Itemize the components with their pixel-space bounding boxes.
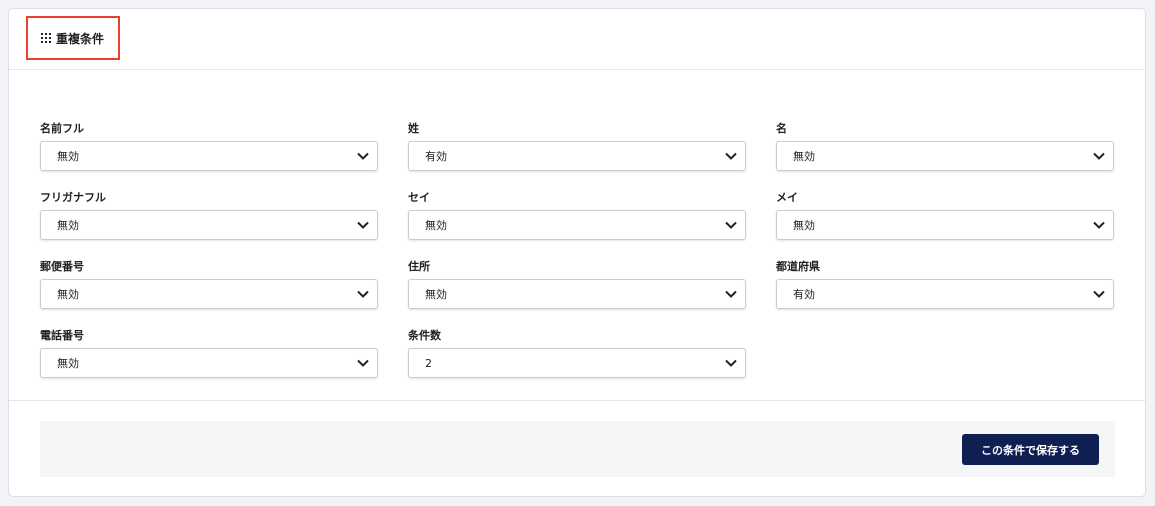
field-label: 電話番号 bbox=[40, 329, 84, 342]
field-mei: メイ 無効 bbox=[776, 190, 1114, 240]
mei-select[interactable]: 無効 bbox=[776, 210, 1114, 240]
field-label: メイ bbox=[776, 191, 798, 204]
field-label: フリガナフル bbox=[40, 191, 106, 204]
name-full-select[interactable]: 無効 bbox=[40, 141, 378, 171]
select-value: 有効 bbox=[793, 288, 815, 301]
chevron-down-icon bbox=[1093, 288, 1105, 300]
conditions-form: 名前フル 無効 姓 有効 名 無効 フリガナフル 無効 セイ 無効 メイ 無効 … bbox=[9, 70, 1145, 400]
chevron-down-icon bbox=[725, 219, 737, 231]
field-label: 条件数 bbox=[408, 329, 441, 342]
duplicate-conditions-card: 重複条件 名前フル 無効 姓 有効 名 無効 フリガナフル 無効 セイ 無効 メ… bbox=[8, 8, 1146, 497]
field-sei: セイ 無効 bbox=[408, 190, 746, 240]
divider bbox=[9, 400, 1145, 401]
card-footer: この条件で保存する bbox=[40, 421, 1115, 477]
select-value: 無効 bbox=[57, 288, 79, 301]
chevron-down-icon bbox=[725, 288, 737, 300]
select-value: 無効 bbox=[57, 219, 79, 232]
field-condition-count: 条件数 2 bbox=[408, 328, 746, 378]
field-label: 住所 bbox=[408, 260, 430, 273]
chevron-down-icon bbox=[357, 219, 369, 231]
field-postal-code: 郵便番号 無効 bbox=[40, 259, 378, 309]
save-conditions-button[interactable]: この条件で保存する bbox=[962, 434, 1099, 465]
section-title-text: 重複条件 bbox=[56, 31, 105, 46]
select-value: 無効 bbox=[793, 150, 815, 163]
field-name-full: 名前フル 無効 bbox=[40, 121, 378, 171]
first-name-select[interactable]: 無効 bbox=[776, 141, 1114, 171]
field-phone: 電話番号 無効 bbox=[40, 328, 378, 378]
field-first-name: 名 無効 bbox=[776, 121, 1114, 171]
field-label: 名 bbox=[776, 122, 787, 135]
field-prefecture: 都道府県 有効 bbox=[776, 259, 1114, 309]
postal-code-select[interactable]: 無効 bbox=[40, 279, 378, 309]
chevron-down-icon bbox=[357, 288, 369, 300]
chevron-down-icon bbox=[1093, 150, 1105, 162]
select-value: 無効 bbox=[57, 150, 79, 163]
phone-select[interactable]: 無効 bbox=[40, 348, 378, 378]
field-address: 住所 無効 bbox=[408, 259, 746, 309]
furigana-full-select[interactable]: 無効 bbox=[40, 210, 378, 240]
field-label: セイ bbox=[408, 191, 430, 204]
last-name-select[interactable]: 有効 bbox=[408, 141, 746, 171]
chevron-down-icon bbox=[357, 150, 369, 162]
chevron-down-icon bbox=[357, 357, 369, 369]
field-last-name: 姓 有効 bbox=[408, 121, 746, 171]
field-label: 都道府県 bbox=[776, 260, 820, 273]
section-title: 重複条件 bbox=[26, 16, 120, 60]
prefecture-select[interactable]: 有効 bbox=[776, 279, 1114, 309]
field-label: 名前フル bbox=[40, 122, 84, 135]
select-value: 2 bbox=[425, 356, 432, 370]
chevron-down-icon bbox=[1093, 219, 1105, 231]
condition-count-select[interactable]: 2 bbox=[408, 348, 746, 378]
select-value: 無効 bbox=[57, 357, 79, 370]
select-value: 無効 bbox=[425, 288, 447, 301]
select-value: 無効 bbox=[793, 219, 815, 232]
field-label: 姓 bbox=[408, 122, 419, 135]
grid-icon bbox=[41, 33, 51, 43]
field-label: 郵便番号 bbox=[40, 260, 84, 273]
chevron-down-icon bbox=[725, 357, 737, 369]
select-value: 有効 bbox=[425, 150, 447, 163]
field-furigana-full: フリガナフル 無効 bbox=[40, 190, 378, 240]
chevron-down-icon bbox=[725, 150, 737, 162]
select-value: 無効 bbox=[425, 219, 447, 232]
sei-select[interactable]: 無効 bbox=[408, 210, 746, 240]
card-header: 重複条件 bbox=[9, 9, 1145, 70]
address-select[interactable]: 無効 bbox=[408, 279, 746, 309]
